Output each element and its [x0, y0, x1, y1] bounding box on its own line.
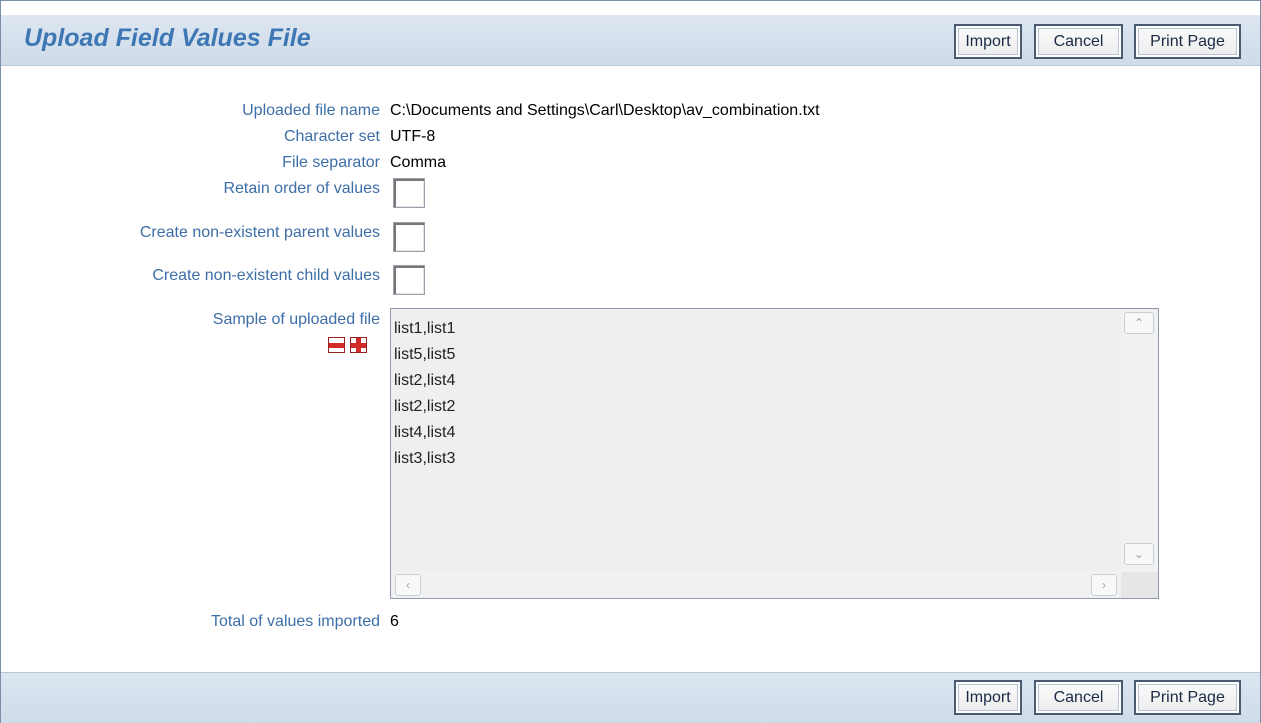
create-parent-values-label: Create non-existent parent values — [139, 224, 380, 241]
sample-line: list2,list4 — [394, 372, 456, 389]
file-separator-value: Comma — [390, 154, 447, 171]
sample-line: list3,list3 — [394, 450, 456, 467]
cancel-button[interactable]: Cancel — [1034, 680, 1123, 715]
page-title: Upload Field Values File — [24, 24, 311, 52]
plus-icon[interactable] — [350, 337, 367, 353]
uploaded-file-name-label: Uploaded file name — [242, 102, 380, 119]
print-page-button[interactable]: Print Page — [1134, 24, 1241, 59]
uploaded-file-name-value: C:\Documents and Settings\Carl\Desktop\a… — [390, 102, 820, 119]
total-imported-value: 6 — [390, 613, 399, 630]
retain-order-label: Retain order of values — [223, 180, 380, 197]
create-child-values-checkbox[interactable] — [393, 265, 425, 295]
minus-icon[interactable] — [328, 337, 345, 353]
footer-bar: Import Cancel Print Page — [1, 672, 1260, 723]
sample-line: list2,list2 — [394, 398, 456, 415]
horizontal-scrollbar[interactable]: ‹ › — [392, 572, 1121, 598]
header-bar: Upload Field Values File Import Cancel P… — [1, 15, 1260, 66]
retain-order-checkbox[interactable] — [393, 178, 425, 208]
chevron-left-icon[interactable]: ‹ — [395, 574, 421, 596]
sample-lines: list1,list1 list5,list5 list2,list4 list… — [394, 316, 455, 472]
file-separator-label: File separator — [282, 154, 380, 171]
sample-line: list4,list4 — [394, 424, 456, 441]
create-child-values-label: Create non-existent child values — [152, 267, 380, 284]
import-button[interactable]: Import — [954, 24, 1022, 59]
import-button[interactable]: Import — [954, 680, 1022, 715]
sample-label: Sample of uploaded file — [212, 311, 380, 328]
scrollbar-corner — [1121, 572, 1158, 598]
page-frame: Upload Field Values File Import Cancel P… — [0, 0, 1261, 723]
print-page-button[interactable]: Print Page — [1134, 680, 1241, 715]
sample-line: list5,list5 — [394, 346, 456, 363]
sample-line: list1,list1 — [394, 320, 456, 337]
create-parent-values-checkbox[interactable] — [393, 222, 425, 252]
total-imported-label: Total of values imported — [211, 613, 380, 630]
character-set-label: Character set — [283, 128, 380, 145]
sample-textarea[interactable]: list1,list1 list5,list5 list2,list4 list… — [390, 308, 1159, 599]
chevron-right-icon[interactable]: › — [1091, 574, 1117, 596]
chevron-down-icon[interactable]: ⌄ — [1124, 543, 1154, 565]
vertical-scrollbar[interactable]: ⌃ ⌄ — [1121, 310, 1157, 574]
cancel-button[interactable]: Cancel — [1034, 24, 1123, 59]
chevron-up-icon[interactable]: ⌃ — [1124, 312, 1154, 334]
character-set-value: UTF-8 — [390, 128, 436, 145]
